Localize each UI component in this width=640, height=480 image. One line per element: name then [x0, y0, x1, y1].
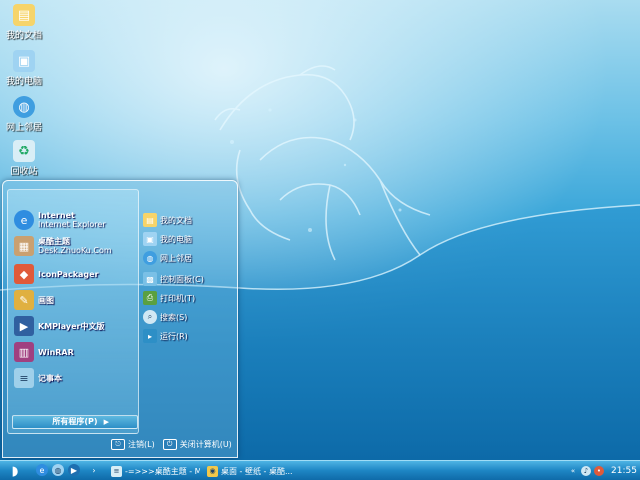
- desktop-icon-label: 回收站: [10, 167, 38, 177]
- system-tray: « ♪ • 21:55: [562, 461, 640, 480]
- place-label: 我的文档: [160, 215, 192, 225]
- quicklaunch-chevron-icon[interactable]: ›: [88, 464, 100, 476]
- power-icon: ⏻: [162, 439, 177, 450]
- desktop-icon-my-computer[interactable]: ▣ 我的电脑: [4, 50, 44, 87]
- tray-network-icon[interactable]: •: [594, 466, 604, 476]
- notepad-icon: ≡: [14, 368, 34, 388]
- place-my-computer[interactable]: ▣ 我的电脑: [143, 232, 192, 246]
- folder-documents-icon: ▤: [143, 213, 157, 227]
- place-label: 打印机(T): [160, 293, 196, 303]
- network-icon: ◍: [13, 96, 35, 118]
- place-label: 搜索(S): [160, 312, 188, 322]
- search-icon: ⌕: [143, 310, 157, 324]
- start-logo-icon: ◗: [11, 463, 19, 479]
- network-icon: ◍: [143, 251, 157, 265]
- menu-item-subtitle: Internet Explorer: [38, 220, 106, 229]
- zhuoku-icon: ▦: [14, 236, 34, 256]
- desktop-icon-recycle-bin[interactable]: ♻ 回收站: [4, 140, 44, 177]
- computer-icon: ▣: [143, 232, 157, 246]
- control-panel-icon: ▩: [143, 272, 157, 286]
- place-my-documents[interactable]: ▤ 我的文档: [143, 213, 192, 227]
- all-programs-button[interactable]: 所有程序(P) ▶: [12, 415, 138, 429]
- menu-item-title: 画图: [38, 295, 54, 305]
- winrar-icon: ▥: [14, 342, 34, 362]
- menu-item-subtitle: Desk.ZhuoKu.Com: [38, 246, 112, 255]
- task-button[interactable]: ◉ 桌面 - 壁纸 - 桌酷...: [204, 463, 296, 479]
- task-label: -=>>>桌酷主题 - Mi...: [125, 466, 200, 476]
- tray-expand-icon[interactable]: «: [568, 466, 578, 476]
- run-icon: ▸: [143, 329, 157, 343]
- menu-item-notepad[interactable]: ≡ 记事本: [14, 368, 62, 388]
- start-menu: e Internet Internet Explorer ▦ 桌酷主题 Desk…: [2, 180, 238, 458]
- pinned-programs-panel: e Internet Internet Explorer ▦ 桌酷主题 Desk…: [7, 189, 139, 434]
- menu-item-iconpackager[interactable]: ◆ IconPackager: [14, 264, 99, 284]
- iconpackager-icon: ◆: [14, 264, 34, 284]
- start-menu-footer: ⎋ 注销(L) ⏻ 关闭计算机(U): [111, 439, 232, 450]
- printer-icon: ⎙: [143, 291, 157, 305]
- browser-icon: ◉: [207, 465, 218, 477]
- menu-item-title: 记事本: [38, 373, 62, 383]
- place-label: 我的电脑: [160, 234, 192, 244]
- computer-icon: ▣: [13, 50, 35, 72]
- menu-item-kmplayer[interactable]: ▶ KMPlayer中文版: [14, 316, 105, 336]
- recycle-bin-icon: ♻: [13, 140, 35, 162]
- menu-item-title: KMPlayer中文版: [38, 321, 105, 331]
- logoff-label: 注销(L): [128, 440, 155, 449]
- paint-icon: ✎: [14, 290, 34, 310]
- quicklaunch-media-icon[interactable]: ▶: [68, 464, 80, 476]
- place-label: 控制面板(C): [160, 274, 204, 284]
- shutdown-button[interactable]: ⏻ 关闭计算机(U): [162, 439, 232, 450]
- menu-item-internet-explorer[interactable]: e Internet Internet Explorer: [14, 210, 106, 230]
- shutdown-label: 关闭计算机(U): [179, 440, 232, 449]
- place-label: 网上邻居: [160, 253, 192, 263]
- menu-item-winrar[interactable]: ▥ WinRAR: [14, 342, 74, 362]
- quicklaunch-desktop-icon[interactable]: ◍: [52, 464, 64, 476]
- task-label: 桌面 - 壁纸 - 桌酷...: [221, 466, 293, 476]
- clock[interactable]: 21:55: [611, 466, 637, 476]
- menu-item-paint[interactable]: ✎ 画图: [14, 290, 54, 310]
- menu-item-title: IconPackager: [38, 269, 99, 279]
- menu-item-title: Internet: [38, 211, 75, 220]
- place-network[interactable]: ◍ 网上邻居: [143, 251, 192, 265]
- place-printers[interactable]: ⎙ 打印机(T): [143, 291, 195, 305]
- menu-item-title: WinRAR: [38, 347, 74, 357]
- logoff-button[interactable]: ⎋ 注销(L): [111, 439, 155, 450]
- desktop-icon-network[interactable]: ◍ 网上邻居: [4, 96, 44, 133]
- kmplayer-icon: ▶: [14, 316, 34, 336]
- start-button[interactable]: ◗: [4, 463, 26, 479]
- menu-item-zhuoku[interactable]: ▦ 桌酷主题 Desk.ZhuoKu.Com: [14, 236, 112, 256]
- desktop-icon-label: 我的文档: [5, 31, 42, 41]
- place-label: 运行(R): [160, 331, 188, 341]
- desktop-icon-my-documents[interactable]: ▤ 我的文档: [4, 4, 44, 41]
- browser-icon: ≡: [111, 465, 122, 477]
- internet-explorer-icon: e: [14, 210, 34, 230]
- task-button[interactable]: ≡ -=>>>桌酷主题 - Mi...: [108, 463, 200, 479]
- place-search[interactable]: ⌕ 搜索(S): [143, 310, 187, 324]
- all-programs-label: 所有程序(P): [52, 417, 98, 426]
- tray-volume-icon[interactable]: ♪: [581, 466, 591, 476]
- place-run[interactable]: ▸ 运行(R): [143, 329, 188, 343]
- arrow-right-icon: ▶: [103, 418, 109, 426]
- desktop-icon-label: 网上邻居: [5, 123, 42, 133]
- desktop-icon-label: 我的电脑: [5, 77, 42, 87]
- logoff-icon: ⎋: [111, 439, 125, 450]
- taskbar: ◗ e ◍ ▶ › ≡ -=>>>桌酷主题 - Mi... ◉ 桌面 - 壁纸 …: [0, 460, 640, 480]
- folder-documents-icon: ▤: [13, 4, 35, 26]
- place-control-panel[interactable]: ▩ 控制面板(C): [143, 272, 204, 286]
- menu-item-title: 桌酷主题: [38, 237, 70, 246]
- quicklaunch-ie-icon[interactable]: e: [36, 464, 48, 476]
